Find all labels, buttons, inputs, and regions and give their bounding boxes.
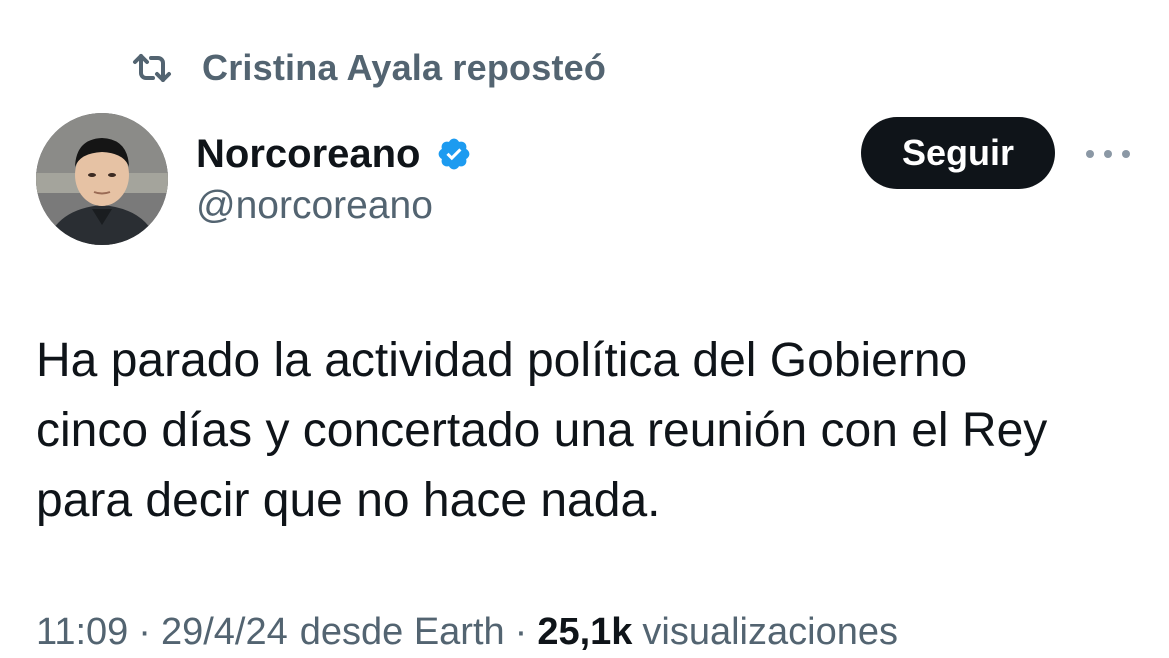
tweet-time[interactable]: 11:09: [36, 611, 128, 654]
repost-text[interactable]: Cristina Ayala reposteó: [202, 47, 606, 89]
tweet-meta: 11:09 · 29/4/24 desde Earth · 25,1k visu…: [36, 606, 898, 658]
display-name[interactable]: Norcoreano: [196, 132, 421, 177]
views-count: 25,1k: [537, 610, 633, 653]
verified-badge-icon: [435, 135, 473, 173]
tweet-source: desde Earth: [299, 610, 505, 653]
tweet-text: Ha parado la actividad política del Gobi…: [36, 326, 1136, 536]
follow-button[interactable]: Seguir: [861, 117, 1055, 189]
repost-icon: [130, 51, 174, 85]
avatar[interactable]: [36, 113, 168, 245]
author-handle[interactable]: @norcoreano: [196, 184, 433, 228]
tweet-date[interactable]: 29/4/24: [161, 611, 288, 654]
tweet-text-line: cinco días y concertado una reunión con …: [36, 404, 1048, 457]
meta-separator: ·: [514, 610, 528, 653]
views-label: visualizaciones: [642, 610, 898, 653]
more-options-icon[interactable]: [1080, 134, 1136, 174]
tweet-text-line: para decir que no hace nada.: [36, 474, 661, 527]
tweet-text-line: Ha parado la actividad política del Gobi…: [36, 334, 968, 387]
repost-header[interactable]: Cristina Ayala reposteó: [130, 44, 606, 92]
author-name-row[interactable]: Norcoreano: [196, 126, 473, 182]
meta-separator: ·: [138, 610, 151, 653]
